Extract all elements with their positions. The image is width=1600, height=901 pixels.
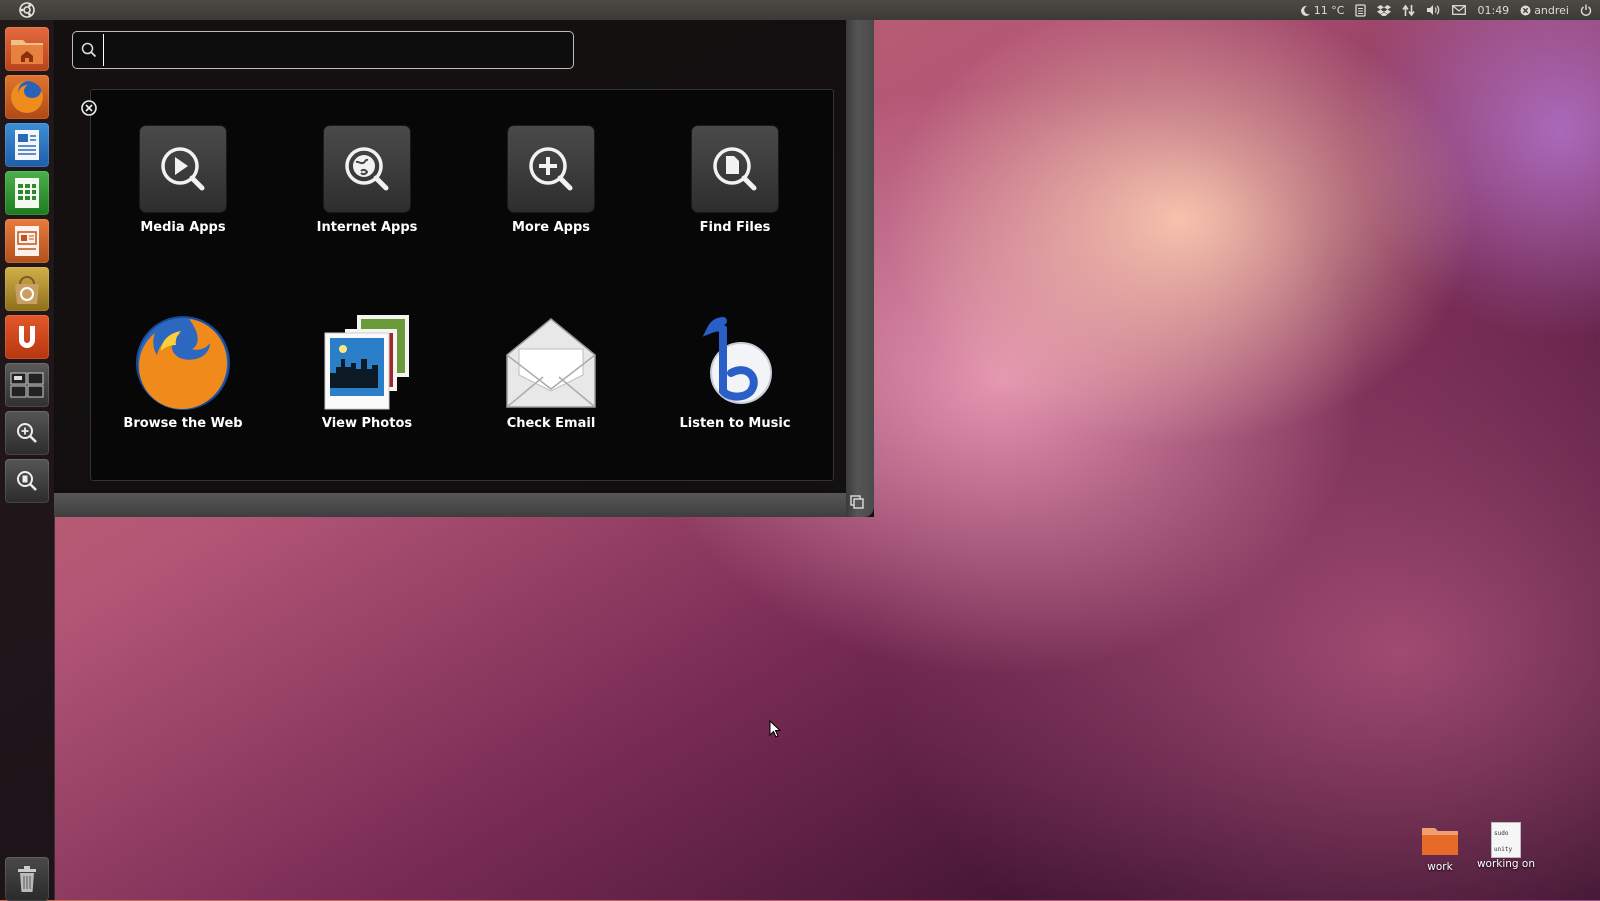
shortcut-view-photos[interactable]: View Photos [287,310,447,431]
launcher-item-trash[interactable] [5,857,49,901]
shortcut-label: Listen to Music [679,416,791,431]
calc-icon [15,178,39,208]
files-lens-icon [17,471,37,491]
launcher-item-firefox[interactable] [5,75,49,119]
photos-icon [324,315,409,410]
launcher [0,20,55,901]
firefox-icon [136,316,230,410]
internet-apps-tile [324,126,410,212]
close-icon[interactable] [80,99,98,117]
place-label: More Apps [511,220,591,235]
desktop-icon-work[interactable]: work [1412,824,1468,873]
moon-icon [1300,5,1310,16]
internet-apps-icon [345,147,389,191]
more-apps-tile [508,126,594,212]
desktop-icon-label: work [1427,861,1453,873]
weather-indicator[interactable]: 11 °C [1300,3,1345,17]
messaging-indicator[interactable] [1452,5,1467,15]
clock-indicator[interactable]: 01:49 [1477,4,1509,17]
user-name: andrei [1534,3,1569,17]
place-internet-apps[interactable]: Internet Apps [287,126,447,235]
launcher-item-impress[interactable] [5,219,49,263]
shortcut-label: Check Email [506,416,596,431]
file-preview-line: unity [1494,846,1513,853]
speaker-icon [1427,5,1440,15]
network-arrows-icon [1402,4,1416,16]
media-apps-tile [140,126,226,212]
shortcut-check-email[interactable]: Check Email [471,310,631,431]
launcher-item-ubuntu-one[interactable] [5,315,49,359]
more-apps-icon [529,147,573,191]
shortcut-label: Browse the Web [123,416,243,431]
user-indicator[interactable]: andrei [1520,4,1569,17]
envelope-icon [1452,5,1467,15]
top-panel: 11 °C 01:49 andrei [0,0,1600,20]
shortcut-label: View Photos [321,416,413,431]
folder-icon [1422,828,1458,855]
ubuntu-one-icon [19,326,35,348]
ubuntu-logo-icon [19,2,35,18]
clipboard-icon [1355,3,1367,17]
writer-icon [15,130,39,160]
desktop-icon-working-on[interactable]: sudo unity working on [1474,822,1538,870]
listen-music-icon-wrap [682,310,788,416]
software-center-icon [15,276,39,304]
dash-frame-bottom [54,493,846,517]
browse-web-icon-wrap [130,310,236,416]
network-indicator[interactable] [1402,4,1416,17]
power-icon [1580,4,1592,16]
notes-indicator[interactable] [1355,3,1367,17]
launcher-item-home[interactable] [5,27,49,71]
dropbox-icon [1377,5,1392,16]
firefox-icon [11,81,43,113]
trash-icon [18,866,36,892]
launcher-item-files-lens[interactable] [5,459,49,503]
impress-icon [15,226,39,256]
sound-indicator[interactable] [1426,4,1441,16]
clock-time: 01:49 [1477,3,1510,17]
session-indicator[interactable] [1580,4,1592,16]
find-files-tile [692,126,778,212]
check-email-icon-wrap [498,310,604,416]
applications-lens-icon [17,423,37,443]
banshee-icon [702,317,772,404]
shortcut-browse-web[interactable]: Browse the Web [103,310,263,431]
dash-search-box[interactable] [72,31,574,69]
indicator-area: 11 °C 01:49 andrei [1300,3,1600,17]
media-apps-icon [161,147,205,191]
launcher-item-workspaces[interactable] [5,363,49,407]
desktop-icon-label: working on [1476,858,1536,870]
dash-resize-icon[interactable] [850,495,864,509]
mouse-pointer-icon [769,720,781,738]
email-icon [506,318,596,408]
status-offline-icon [1520,5,1531,15]
launcher-item-applications-lens[interactable] [5,411,49,455]
weather-temp: 11 °C [1313,3,1345,17]
launcher-item-writer[interactable] [5,123,49,167]
place-media-apps[interactable]: Media Apps [103,126,263,235]
launcher-item-calc[interactable] [5,171,49,215]
ubuntu-button[interactable] [0,0,54,20]
place-label: Find Files [699,220,771,235]
place-label: Internet Apps [316,220,418,235]
workspace-switcher-icon [10,372,44,398]
file-preview-line: sudo [1494,830,1509,837]
place-more-apps[interactable]: More Apps [471,126,631,235]
shortcut-listen-music[interactable]: Listen to Music [655,310,815,431]
search-icon [81,42,97,58]
dash-frame-edge [846,20,874,517]
text-file-icon: sudo unity [1491,822,1521,858]
find-files-icon [713,147,757,191]
view-photos-icon-wrap [314,310,420,416]
launcher-item-software-center[interactable] [5,267,49,311]
search-input[interactable] [103,34,560,66]
home-folder-icon [11,40,43,64]
place-find-files[interactable]: Find Files [655,126,815,235]
place-label: Media Apps [140,220,226,235]
dropbox-indicator[interactable] [1377,4,1392,16]
